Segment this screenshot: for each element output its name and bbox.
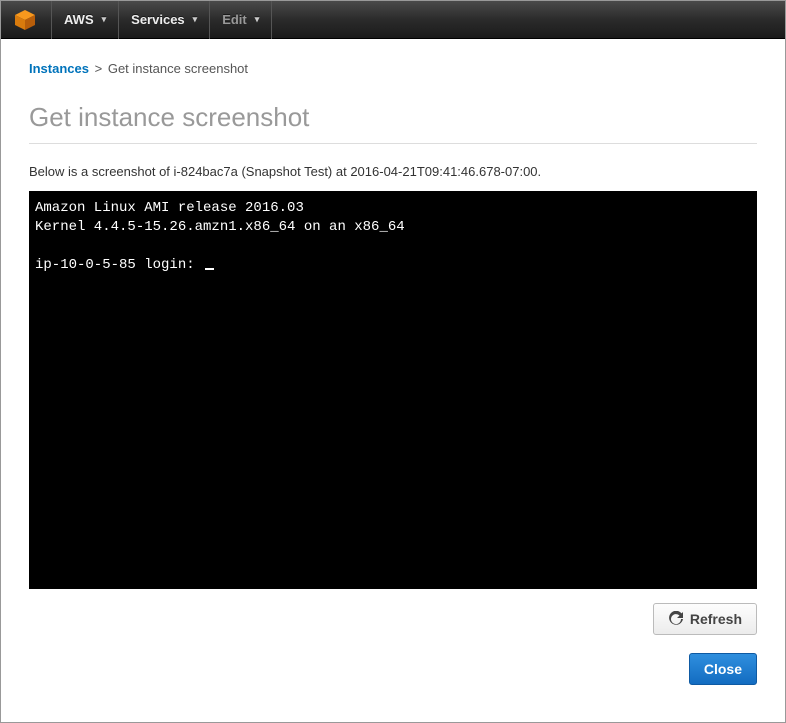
refresh-icon — [668, 611, 684, 627]
chevron-down-icon: ▾ — [255, 14, 260, 25]
breadcrumb-separator: > — [95, 61, 103, 76]
close-button-label: Close — [704, 661, 742, 677]
nav-services[interactable]: Services ▾ — [118, 1, 209, 39]
nav-edit[interactable]: Edit ▾ — [209, 1, 272, 39]
button-row-close: Close — [29, 653, 757, 685]
refresh-button-label: Refresh — [690, 611, 742, 627]
nav-edit-label: Edit — [222, 12, 247, 27]
terminal-line: Kernel 4.4.5-15.26.amzn1.x86_64 on an x8… — [35, 219, 405, 235]
main-content: Instances > Get instance screenshot Get … — [1, 39, 785, 697]
breadcrumb: Instances > Get instance screenshot — [29, 61, 757, 76]
nav-services-label: Services — [131, 12, 185, 27]
instance-screenshot-terminal: Amazon Linux AMI release 2016.03 Kernel … — [29, 191, 757, 589]
chevron-down-icon: ▾ — [102, 14, 107, 25]
cursor-icon — [205, 268, 214, 270]
breadcrumb-current: Get instance screenshot — [108, 61, 248, 76]
button-row-refresh: Refresh — [29, 603, 757, 635]
description-text: Below is a screenshot of i-824bac7a (Sna… — [29, 164, 757, 179]
page-title: Get instance screenshot — [29, 102, 757, 144]
nav-aws[interactable]: AWS ▾ — [51, 1, 118, 39]
breadcrumb-parent-link[interactable]: Instances — [29, 61, 89, 76]
chevron-down-icon: ▾ — [193, 14, 198, 25]
terminal-line: ip-10-0-5-85 login: — [35, 257, 203, 273]
aws-logo-icon — [13, 8, 37, 32]
top-nav: AWS ▾ Services ▾ Edit ▾ — [1, 1, 785, 39]
terminal-line: Amazon Linux AMI release 2016.03 — [35, 200, 304, 216]
nav-aws-label: AWS — [64, 12, 94, 27]
refresh-button[interactable]: Refresh — [653, 603, 757, 635]
close-button[interactable]: Close — [689, 653, 757, 685]
